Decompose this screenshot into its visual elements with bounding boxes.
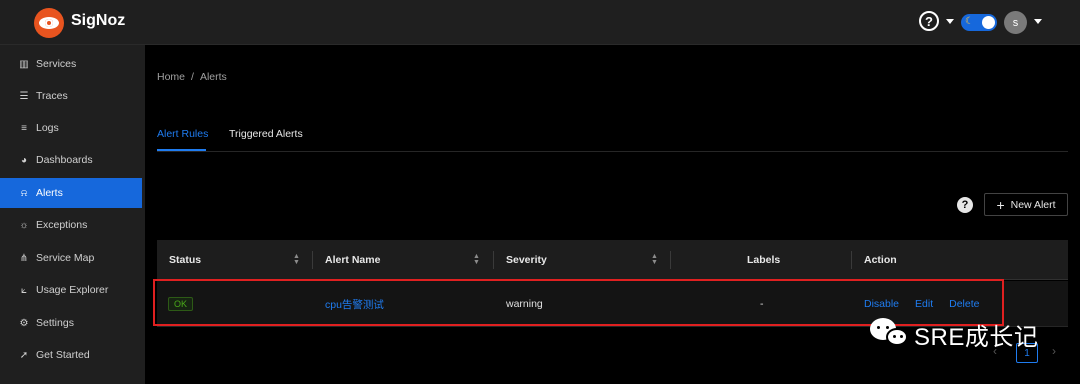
dashboard-icon: ◕: [20, 154, 28, 166]
sidebar-item-exceptions[interactable]: ☼ Exceptions: [0, 210, 142, 240]
toggle-knob: [982, 16, 995, 29]
sidebar-item-service-map[interactable]: ⋔ Service Map: [0, 243, 142, 273]
column-header-status[interactable]: Status: [169, 240, 201, 280]
breadcrumb: Home / Alerts: [157, 71, 227, 83]
tabs-divider: [157, 151, 1068, 152]
top-header: SigNoz ? ☾ s: [0, 0, 1080, 45]
sidebar: ▥ Services ☰ Traces ≡ Logs ◕ Dashboards …: [0, 45, 145, 384]
sidebar-item-label: Service Map: [36, 252, 95, 264]
line-chart-icon: ⟀: [21, 284, 27, 296]
sidebar-item-label: Get Started: [36, 349, 90, 361]
sidebar-item-logs[interactable]: ≡ Logs: [0, 113, 142, 143]
sidebar-item-alerts[interactable]: ⍾ Alerts: [0, 178, 142, 208]
user-avatar[interactable]: s: [1004, 11, 1027, 34]
column-divider: [312, 251, 313, 269]
sidebar-item-label: Dashboards: [36, 154, 93, 166]
help-circle-icon[interactable]: ?: [957, 197, 973, 213]
column-header-labels: Labels: [747, 254, 781, 266]
bar-chart-icon: ▥: [19, 58, 29, 70]
column-divider: [670, 251, 671, 269]
bug-icon: ☼: [19, 219, 29, 231]
help-dropdown-caret-icon[interactable]: [946, 19, 954, 24]
gear-icon: ⚙: [19, 317, 29, 329]
column-header-action: Action: [864, 254, 897, 266]
new-alert-label: New Alert: [1010, 198, 1056, 211]
map-nodes-icon: ⋔: [19, 252, 29, 264]
table-header: Status ▲ ▼ Alert Name ▲ ▼ Severity ▲ ▼ Labe…: [157, 240, 1068, 280]
breadcrumb-current: Alerts: [199, 71, 227, 83]
sidebar-item-label: Alerts: [36, 187, 63, 199]
column-header-alert-name[interactable]: Alert Name: [325, 240, 380, 280]
watermark-text: SRE成长记: [914, 323, 1039, 351]
sidebar-item-label: Services: [36, 58, 77, 70]
sidebar-item-label: Logs: [36, 122, 59, 134]
sidebar-item-label: Usage Explorer: [36, 284, 109, 296]
new-alert-button[interactable]: + New Alert: [984, 193, 1068, 216]
sidebar-item-get-started[interactable]: ➚ Get Started: [0, 340, 142, 370]
sidebar-item-usage-explorer[interactable]: ⟀ Usage Explorer: [0, 275, 142, 305]
sidebar-item-label: Traces: [36, 90, 68, 102]
sort-icon[interactable]: ▲ ▼: [651, 253, 658, 266]
sidebar-item-services[interactable]: ▥ Services: [0, 49, 142, 79]
sidebar-item-settings[interactable]: ⚙ Settings: [0, 308, 142, 338]
sidebar-item-label: Settings: [36, 317, 74, 329]
plus-icon: +: [996, 196, 1005, 213]
breadcrumb-home[interactable]: Home: [157, 71, 185, 83]
sidebar-item-traces[interactable]: ☰ Traces: [0, 81, 142, 111]
sort-icon[interactable]: ▲ ▼: [293, 253, 300, 266]
column-header-severity[interactable]: Severity: [506, 240, 547, 280]
wechat-icon: [868, 316, 912, 352]
watermark: SRE成长记: [868, 316, 1038, 352]
app-name[interactable]: SigNoz: [71, 12, 125, 30]
tab-triggered-alerts[interactable]: Triggered Alerts: [229, 128, 303, 140]
alarm-icon: ⍾: [20, 187, 28, 199]
tab-alert-rules[interactable]: Alert Rules: [157, 128, 208, 140]
menu-lines-icon: ☰: [19, 90, 29, 102]
column-divider: [851, 251, 852, 269]
rocket-icon: ➚: [19, 349, 29, 361]
sort-icon[interactable]: ▲ ▼: [473, 253, 480, 266]
sidebar-item-dashboards[interactable]: ◕ Dashboards: [0, 145, 142, 175]
help-icon[interactable]: ?: [919, 11, 939, 31]
signoz-logo-icon[interactable]: [34, 8, 64, 38]
pagination-next[interactable]: ›: [1052, 344, 1056, 358]
user-dropdown-caret-icon[interactable]: [1034, 19, 1042, 24]
moon-icon: ☾: [965, 16, 974, 27]
breadcrumb-separator: /: [191, 71, 194, 83]
list-icon: ≡: [21, 122, 27, 134]
theme-toggle[interactable]: ☾: [961, 14, 997, 31]
column-divider: [493, 251, 494, 269]
sidebar-item-label: Exceptions: [36, 219, 88, 231]
